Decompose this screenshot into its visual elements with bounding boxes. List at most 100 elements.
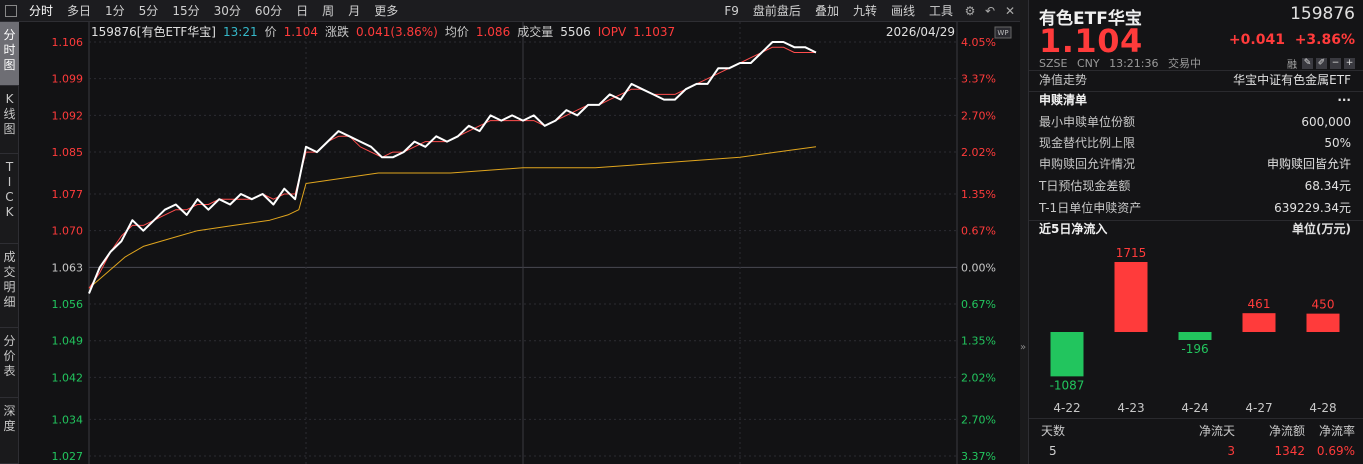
chart-date: 2026/04/29 xyxy=(886,25,955,39)
flow-bar xyxy=(1306,313,1340,332)
quote-panel: 有色ETF华宝 159876 1.104 +0.041 +3.86% SZSE … xyxy=(1028,0,1363,464)
header-avg-label: 均价 xyxy=(445,25,469,39)
y-tick-left: 1.042 xyxy=(52,371,84,384)
header-change-label: 涨跌 xyxy=(325,24,349,39)
trading-status: 交易中 xyxy=(1168,57,1201,70)
flow-category-label: 4-23 xyxy=(1117,401,1144,415)
toolbar-checkbox[interactable] xyxy=(5,4,17,17)
toolbar-right: F9 盘前盘后 叠加 九转 画线 工具 ⚙ ↶ ✕ xyxy=(717,0,1020,22)
vtab-char: 明 xyxy=(3,280,16,294)
tab-15min[interactable]: 15分 xyxy=(165,0,206,22)
draw-line-button[interactable]: 画线 xyxy=(884,0,922,22)
vtab-char: 深 xyxy=(3,404,16,418)
y-tick-right: 3.37% xyxy=(961,450,996,463)
y-tick-left: 1.077 xyxy=(52,188,84,201)
wp-badge-label: WP xyxy=(997,29,1008,37)
y-tick-left: 1.070 xyxy=(52,225,84,238)
tools-button[interactable]: 工具 xyxy=(922,0,960,22)
stat-head-days: 天数 xyxy=(1041,424,1066,438)
currency: CNY xyxy=(1076,57,1100,70)
premarket-button[interactable]: 盘前盘后 xyxy=(746,0,808,22)
stat-flow-rate: 0.69% xyxy=(1316,444,1355,458)
tab-more[interactable]: 更多 xyxy=(367,0,405,22)
nav-trend-row[interactable]: 净值走势 华宝中证有色金属ETF xyxy=(1037,70,1357,91)
y-tick-right: 2.70% xyxy=(961,109,996,122)
vtab-fenshi[interactable]: 分时图 xyxy=(0,22,19,86)
tab-multi-day[interactable]: 多日 xyxy=(60,0,98,22)
vtab-tick[interactable]: TICK xyxy=(0,154,19,244)
sg-row-label: 申购赎回允许情况 xyxy=(1039,157,1136,171)
chart-header: 159876[有色ETF华宝] 13:21 价 1.104 涨跌 0.041(3.86%)… xyxy=(91,24,675,39)
vtab-char: 时 xyxy=(3,43,16,57)
y-tick-right: 4.05% xyxy=(961,36,996,49)
tab-5min[interactable]: 5分 xyxy=(132,0,166,22)
sg-row: 最小申赎单位份额 600,000 xyxy=(1037,112,1357,133)
intraday-chart[interactable]: 1.106 4.05% 1.099 3.37% 1.092 2.70% 1.085 2.02%… xyxy=(19,22,1020,464)
header-iopv-label: IOPV xyxy=(598,25,627,39)
change-percent: +3.86% xyxy=(1294,32,1355,48)
edit-icon[interactable]: ✎ xyxy=(1302,58,1313,69)
net-inflow-chart: -1087 4-22 1715 4-23 -196 4-24 461 4-27 450 4-28 xyxy=(1050,246,1340,415)
close-icon[interactable]: ✕ xyxy=(1000,0,1020,22)
sg-row-label: 最小申赎单位份额 xyxy=(1039,115,1136,129)
tab-30min[interactable]: 30分 xyxy=(207,0,248,22)
y-tick-right: 0.67% xyxy=(961,298,996,311)
flow-bar xyxy=(1242,313,1276,332)
header-iopv: 1.1037 xyxy=(633,25,675,39)
tab-week[interactable]: 周 xyxy=(315,0,341,22)
vertical-tab-strip: 分时图 K线图 TICK 成交明细 分价表 深度 xyxy=(0,22,19,464)
sg-row-value: 600,000 xyxy=(1301,115,1351,129)
header-code-name: 159876[有色ETF华宝] xyxy=(91,25,216,39)
plus-icon[interactable]: + xyxy=(1344,58,1355,69)
vtab-char: 价 xyxy=(3,349,16,363)
y-tick-right: 1.35% xyxy=(961,335,996,348)
tab-60min[interactable]: 60分 xyxy=(248,0,289,22)
margin-badge: 融 xyxy=(1287,60,1297,71)
header-volume: 5506 xyxy=(560,25,591,39)
tab-month[interactable]: 月 xyxy=(341,0,367,22)
f9-button[interactable]: F9 xyxy=(717,0,746,22)
stat-flow-days: 3 xyxy=(1227,444,1235,458)
vtab-price-table[interactable]: 分价表 xyxy=(0,328,19,398)
y-tick-right: 0.00% xyxy=(961,261,996,274)
overlay-button[interactable]: 叠加 xyxy=(808,0,846,22)
sg-more-button[interactable]: ··· xyxy=(1337,90,1351,111)
sg-row-value: 申购赎回皆允许 xyxy=(1266,157,1351,171)
vtab-char: 分 xyxy=(3,28,16,42)
nav-label: 净值走势 xyxy=(1039,73,1088,87)
sg-row-value: 50% xyxy=(1324,136,1351,150)
vtab-char: I xyxy=(7,175,12,189)
intraday-chart-svg[interactable]: 1.106 4.05% 1.099 3.37% 1.092 2.70% 1.085 2.02%… xyxy=(19,22,1020,464)
stat-days: 5 xyxy=(1049,444,1057,458)
tab-day[interactable]: 日 xyxy=(289,0,315,22)
vtab-char: C xyxy=(5,190,14,204)
header-price: 1.104 xyxy=(284,25,318,39)
vtab-depth[interactable]: 深度 xyxy=(0,398,19,464)
header-price-label: 价 xyxy=(265,25,277,39)
header-avg: 1.086 xyxy=(476,25,510,39)
minus-icon[interactable]: − xyxy=(1330,58,1341,69)
gear-icon[interactable]: ⚙ xyxy=(960,0,980,22)
flow-section-header: 近5日净流入 单位(万元) xyxy=(1037,219,1357,240)
vtab-kline[interactable]: K线图 xyxy=(0,86,19,154)
sg-row-label: 现金替代比例上限 xyxy=(1039,136,1136,150)
panel-collapse-handle[interactable]: » xyxy=(1020,0,1028,464)
sg-row-value: 639229.34元 xyxy=(1274,201,1351,215)
quote-meta: SZSE CNY 13:21:36 交易中 xyxy=(1039,55,1207,71)
vtab-char: 成 xyxy=(3,250,16,264)
back-icon[interactable]: ↶ xyxy=(980,0,1000,22)
y-tick-right: 2.02% xyxy=(961,146,996,159)
header-volume-label: 成交量 xyxy=(517,24,553,39)
jiuzhuan-button[interactable]: 九转 xyxy=(846,0,884,22)
stat-head-flow-rate: 净流率 xyxy=(1318,424,1355,438)
quote-time: 13:21:36 xyxy=(1109,57,1159,70)
sg-row: 申购赎回允许情况 申购赎回皆允许 xyxy=(1037,154,1357,175)
sg-row-label: T-1日单位申赎资产 xyxy=(1039,201,1142,215)
vtab-trade-detail[interactable]: 成交明细 xyxy=(0,244,19,328)
tab-1min[interactable]: 1分 xyxy=(98,0,132,22)
flow-bar xyxy=(1114,262,1148,332)
flow-bar xyxy=(1178,332,1212,340)
pencil-icon[interactable]: ✐ xyxy=(1316,58,1327,69)
tab-fenshi[interactable]: 分时 xyxy=(22,0,60,22)
flow-category-label: 4-28 xyxy=(1309,401,1336,415)
